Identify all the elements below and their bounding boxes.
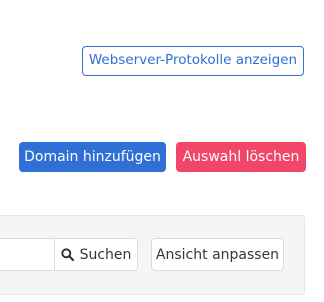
search-button-label: Suchen: [79, 246, 132, 263]
search-input[interactable]: [0, 238, 55, 271]
delete-selection-button[interactable]: Auswahl löschen: [176, 142, 306, 172]
view-webserver-logs-button[interactable]: Webserver-Protokolle anzeigen: [82, 46, 304, 76]
search-icon: [60, 248, 74, 261]
customize-view-button[interactable]: Ansicht anpassen: [151, 238, 284, 271]
add-domain-button[interactable]: Domain hinzufügen: [19, 142, 166, 172]
customize-view-label: Ansicht anpassen: [155, 246, 280, 263]
delete-selection-label: Auswahl löschen: [182, 149, 300, 165]
add-domain-label: Domain hinzufügen: [24, 149, 161, 165]
view-webserver-logs-label: Webserver-Protokolle anzeigen: [88, 52, 298, 69]
search-button[interactable]: Suchen: [54, 238, 138, 271]
